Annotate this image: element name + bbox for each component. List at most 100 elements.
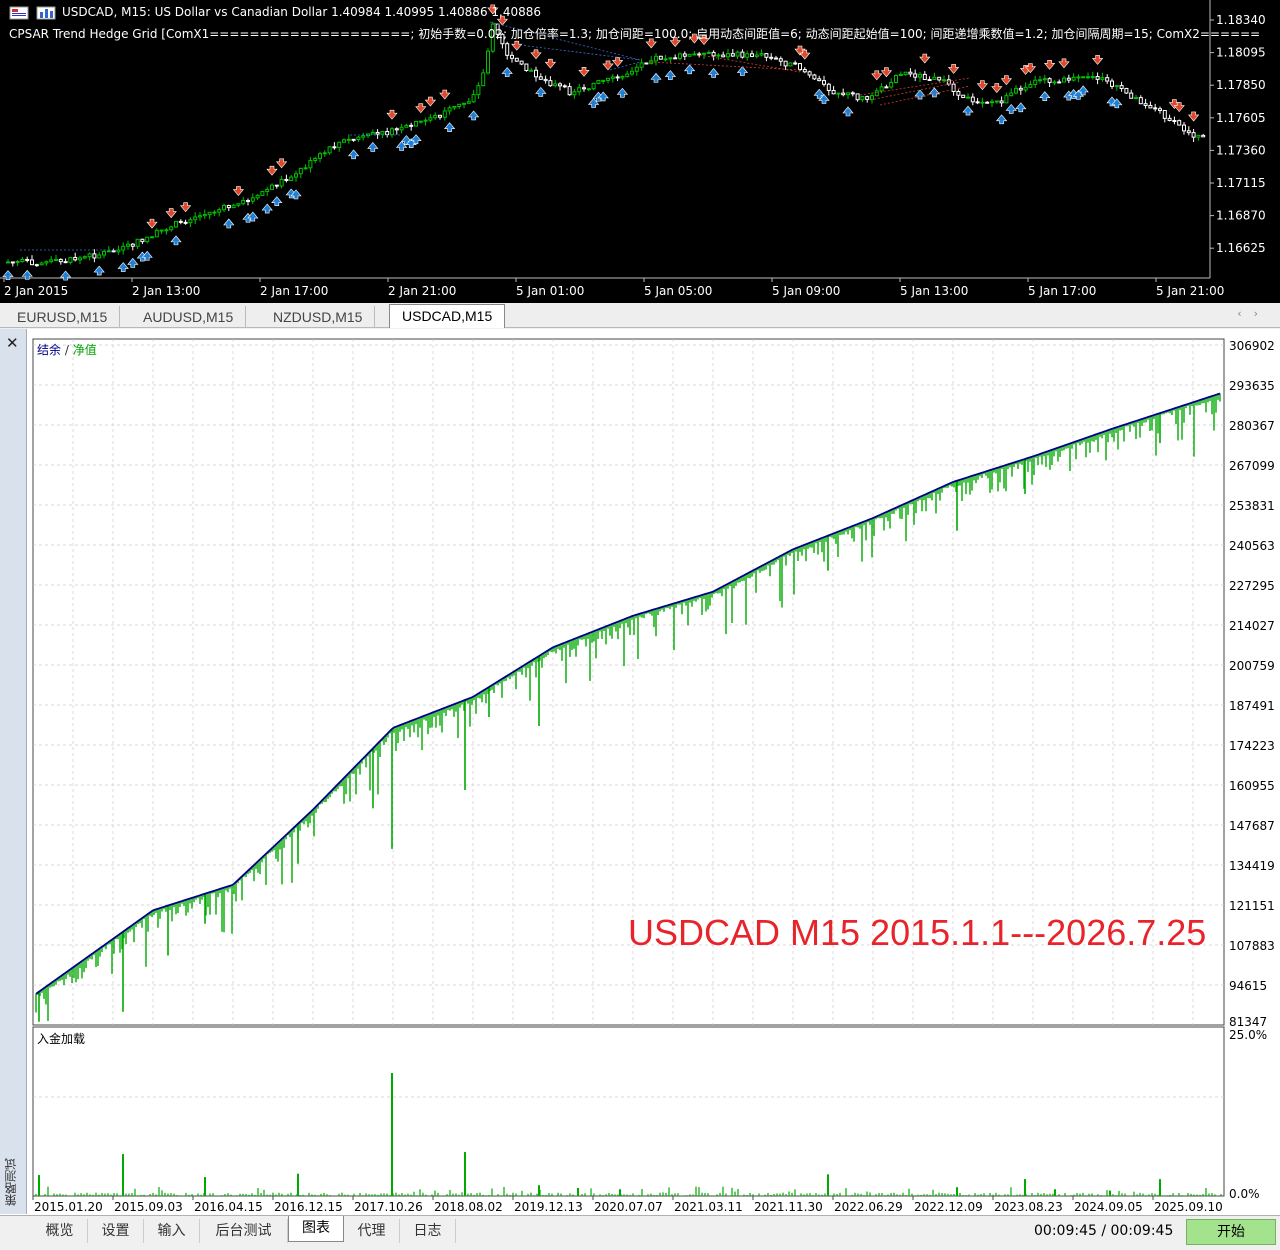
legend-balance: 结余	[37, 343, 62, 357]
tab-backtest[interactable]: 后台测试	[200, 1219, 288, 1243]
candle-body	[438, 114, 442, 118]
candle-body	[140, 238, 145, 243]
candle-body	[337, 141, 342, 148]
buy-arrow-icon	[683, 64, 696, 75]
candle-body	[25, 258, 30, 261]
candle-body	[577, 87, 582, 93]
candle-body	[260, 191, 265, 196]
candle-body	[913, 73, 918, 78]
candle-body	[20, 258, 25, 262]
buy-arrow-icon	[1039, 91, 1051, 101]
candle-body	[634, 66, 639, 72]
candle-body	[1167, 117, 1172, 121]
scroll-left-icon[interactable]: ‹	[1237, 307, 1253, 320]
x-label: 2015.09.03	[114, 1200, 183, 1214]
legend-separator: /	[61, 343, 73, 357]
candle-body	[994, 100, 999, 103]
price-chart-canvas: 1.183401.180951.178501.176051.173601.171…	[0, 0, 1266, 298]
candle-body	[246, 200, 250, 203]
x-label: 2017.10.26	[354, 1200, 423, 1214]
candle-body	[294, 173, 298, 178]
start-button[interactable]: 开始	[1186, 1219, 1276, 1245]
candle-body	[481, 72, 486, 87]
candle-body	[721, 54, 726, 58]
candle-body	[553, 83, 558, 87]
sell-arrow-icon	[880, 67, 893, 78]
candle-body	[356, 136, 361, 141]
candle-body	[519, 60, 524, 65]
candle-body	[582, 87, 586, 90]
tab-eurusd[interactable]: EURUSD,M15	[5, 306, 121, 328]
candle-body	[870, 95, 874, 100]
candle-body	[942, 79, 946, 82]
candle-body	[462, 102, 466, 105]
tester-side-title: 策略测试	[4, 1158, 18, 1206]
candle-body	[1129, 92, 1134, 99]
tab-inputs[interactable]: 输入	[144, 1219, 200, 1243]
candle-body	[193, 216, 198, 221]
tab-graph[interactable]: 图表	[288, 1216, 344, 1242]
trading-icon[interactable]	[36, 5, 56, 20]
candle-body	[678, 53, 682, 59]
time-label: 5 Jan 09:00	[772, 284, 840, 298]
candle-body	[1119, 85, 1124, 89]
tab-scroll-arrows[interactable]: ‹›	[1237, 307, 1270, 320]
candle-body	[433, 114, 438, 119]
candle-body	[87, 253, 92, 258]
candle-body	[567, 86, 572, 96]
candle-body	[6, 261, 10, 264]
candle-body	[452, 106, 457, 109]
equity-y-label: 267099	[1229, 459, 1275, 473]
buy-arrow-icon	[347, 149, 360, 160]
sell-arrow-icon	[1187, 111, 1200, 122]
candle-body	[380, 131, 385, 135]
candle-body	[30, 259, 34, 266]
candle-body	[999, 100, 1004, 104]
candle-body	[932, 76, 937, 81]
candles-group	[2, 4, 1206, 281]
candle-body	[54, 258, 58, 261]
buy-arrow-icon	[271, 196, 283, 207]
tab-agents[interactable]: 代理	[344, 1219, 400, 1243]
candle-body	[418, 120, 423, 123]
candle-body	[409, 124, 414, 127]
tab-audusd[interactable]: AUDUSD,M15	[131, 306, 247, 328]
sell-arrow-icon	[544, 58, 557, 69]
candle-body	[385, 131, 390, 136]
candle-body	[250, 197, 255, 202]
equity-y-label: 293635	[1229, 379, 1275, 393]
candle-body	[274, 184, 279, 187]
candle-body	[702, 52, 706, 55]
price-chart[interactable]: 1.18340 1.18095 1.17850 1.17605 1.17360 1.171…	[0, 0, 1280, 303]
tab-journal[interactable]: 日志	[400, 1219, 456, 1243]
candle-body	[217, 209, 222, 213]
tab-usdcad[interactable]: USDCAD,M15	[389, 304, 506, 328]
candle-body	[351, 138, 356, 141]
time-label: 2 Jan 13:00	[132, 284, 200, 298]
scroll-right-icon[interactable]: ›	[1254, 307, 1270, 320]
candle-body	[1191, 132, 1196, 138]
candle-body	[908, 71, 913, 75]
tab-nzdusd[interactable]: NZDUSD,M15	[261, 306, 376, 328]
deposit-plot-frame	[32, 1026, 1225, 1197]
candle-body	[1172, 119, 1177, 122]
candle-body	[711, 51, 716, 57]
buy-arrow-icon	[501, 67, 513, 77]
candle-body	[361, 135, 366, 138]
candle-body	[961, 94, 966, 99]
equity-y-label: 253831	[1229, 499, 1275, 513]
candle-body	[154, 229, 159, 238]
candle-body	[1105, 77, 1110, 82]
candle-body	[673, 57, 678, 60]
candle-body	[1023, 86, 1028, 91]
mt5-window: 1.18340 1.18095 1.17850 1.17605 1.17360 1.171…	[0, 0, 1280, 1250]
tab-overview[interactable]: 概览	[32, 1219, 88, 1243]
candle-body	[759, 53, 764, 56]
x-label: 2019.12.13	[514, 1200, 583, 1214]
candle-body	[289, 176, 294, 181]
candle-body	[1066, 77, 1071, 81]
buy-arrow-icon	[1005, 103, 1017, 114]
candle-body	[562, 85, 567, 88]
close-icon[interactable]: ✕	[6, 334, 19, 352]
tab-settings[interactable]: 设置	[88, 1219, 144, 1243]
